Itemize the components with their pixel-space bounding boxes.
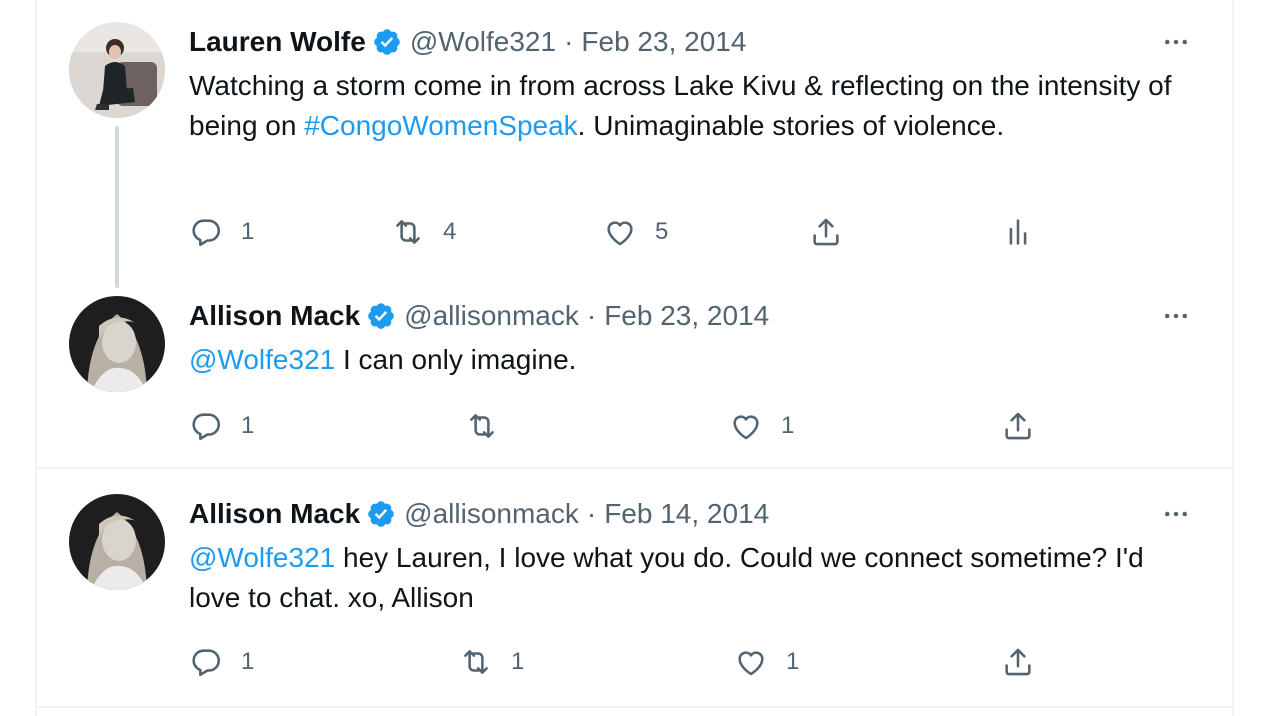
profile-photo-woman-portrait-icon <box>69 296 165 392</box>
tweet-text-part: I can only imagine. <box>335 344 577 375</box>
separator-dot: · <box>564 26 574 57</box>
author-name[interactable]: Allison Mack <box>189 498 360 530</box>
tweet-date[interactable]: Feb 23, 2014 <box>604 300 769 332</box>
tweet-header: Lauren Wolfe @Wolfe321 · Feb 23, 2014 <box>189 22 746 62</box>
like-icon <box>603 215 637 249</box>
profile-photo-woman-portrait-icon <box>69 494 165 590</box>
tweet-date[interactable]: Feb 14, 2014 <box>604 498 769 530</box>
author-handle[interactable]: @allisonmack <box>404 300 579 332</box>
reply-button[interactable]: 1 <box>189 642 254 682</box>
retweet-count: 1 <box>511 648 525 675</box>
reply-button[interactable]: 1 <box>189 212 254 252</box>
share-button[interactable] <box>809 212 843 252</box>
reply-icon <box>189 215 223 249</box>
reply-count: 1 <box>241 648 255 675</box>
analytics-icon <box>1001 215 1035 249</box>
retweet-icon <box>391 215 425 249</box>
like-button[interactable]: 1 <box>734 642 799 682</box>
hashtag-link[interactable]: #CongoWomenSpeak <box>304 110 577 141</box>
tweet-text: @Wolfe321 I can only imagine. <box>189 340 1189 380</box>
tweet-header: Allison Mack @allisonmack · Feb 23, 2014 <box>189 296 769 336</box>
share-button[interactable] <box>1001 406 1035 446</box>
retweet-button[interactable] <box>465 406 517 446</box>
mention-link[interactable]: @Wolfe321 <box>189 542 335 573</box>
retweet-button[interactable]: 4 <box>391 212 456 252</box>
author-name[interactable]: Allison Mack <box>189 300 360 332</box>
tweet-text-part: . Unimaginable stories of violence. <box>577 110 1005 141</box>
tweet-divider <box>36 467 1234 469</box>
share-button[interactable] <box>1001 642 1035 682</box>
tweet[interactable]: Allison Mack @allisonmack · Feb 14, 2014… <box>36 470 1234 706</box>
like-count: 5 <box>655 218 669 245</box>
like-icon <box>729 409 763 443</box>
separator-dot: · <box>586 300 597 331</box>
reply-icon <box>189 409 223 443</box>
separator-dot: · <box>586 498 597 529</box>
like-count: 1 <box>786 648 800 675</box>
reply-count: 1 <box>241 218 255 245</box>
avatar[interactable] <box>69 22 165 118</box>
reply-count: 1 <box>241 412 255 439</box>
verified-badge-icon <box>366 499 396 529</box>
retweet-count: 4 <box>443 218 457 245</box>
share-icon <box>809 215 843 249</box>
like-icon <box>734 645 768 679</box>
tweet-header: Allison Mack @allisonmack · Feb 14, 2014 <box>189 494 769 534</box>
more-options-icon[interactable] <box>1158 298 1194 334</box>
tweet-text: Watching a storm come in from across Lak… <box>189 66 1189 146</box>
retweet-icon <box>459 645 493 679</box>
tweet-divider <box>36 706 1234 708</box>
more-options-icon[interactable] <box>1158 496 1194 532</box>
share-icon <box>1001 645 1035 679</box>
author-name[interactable]: Lauren Wolfe <box>189 26 366 58</box>
like-count: 1 <box>781 412 795 439</box>
mention-link[interactable]: @Wolfe321 <box>189 344 335 375</box>
tweet-text: @Wolfe321 hey Lauren, I love what you do… <box>189 538 1189 618</box>
author-handle[interactable]: @allisonmack <box>404 498 579 530</box>
avatar[interactable] <box>69 296 165 392</box>
reply-icon <box>189 645 223 679</box>
avatar[interactable] <box>69 494 165 590</box>
tweet[interactable]: Lauren Wolfe @Wolfe321 · Feb 23, 2014 Wa… <box>36 0 1234 300</box>
tweet-actions: 1 1 1 <box>189 642 1089 682</box>
retweet-button[interactable]: 1 <box>459 642 524 682</box>
tweet-date[interactable]: Feb 23, 2014 <box>581 26 746 58</box>
reply-button[interactable]: 1 <box>189 406 254 446</box>
analytics-button[interactable] <box>1001 212 1035 252</box>
tweet-actions: 1 1 <box>189 406 1089 446</box>
like-button[interactable]: 5 <box>603 212 668 252</box>
author-handle[interactable]: @Wolfe321 <box>410 26 556 58</box>
tweet[interactable]: Allison Mack @allisonmack · Feb 23, 2014… <box>36 280 1234 466</box>
like-button[interactable]: 1 <box>729 406 794 446</box>
profile-photo-woman-seated-icon <box>69 22 165 118</box>
retweet-icon <box>465 409 499 443</box>
verified-badge-icon <box>372 27 402 57</box>
tweet-actions: 1 4 5 <box>189 212 1089 252</box>
more-options-icon[interactable] <box>1158 24 1194 60</box>
share-icon <box>1001 409 1035 443</box>
verified-badge-icon <box>366 301 396 331</box>
